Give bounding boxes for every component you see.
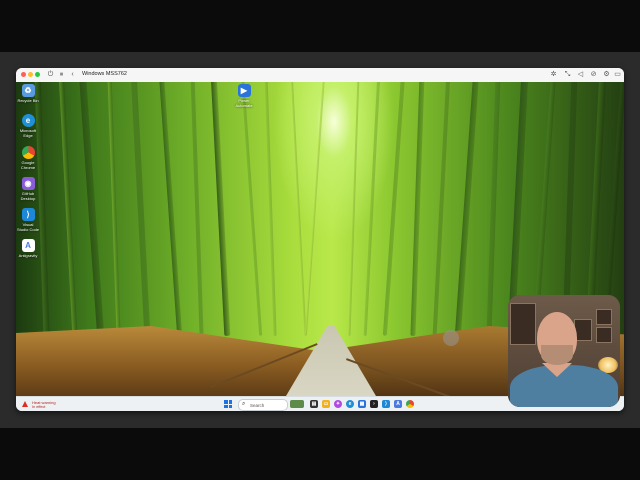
webcam-overlay: [508, 295, 620, 407]
bamboo-stalk: [304, 82, 330, 336]
desktop-icon-label: Google Chrome: [20, 160, 36, 170]
volume-icon[interactable]: ◁: [576, 70, 585, 79]
bamboo-stalk: [287, 82, 307, 336]
power-icon[interactable]: ⏻: [46, 70, 55, 79]
taskbar-chrome-icon[interactable]: [406, 400, 414, 408]
bamboo-stalk: [262, 82, 277, 336]
presenter-shirt: [510, 365, 618, 407]
weather-warning-subtitle: In effect: [32, 405, 46, 409]
wall-picture: [596, 309, 612, 325]
devices-icon[interactable]: ⚙: [602, 70, 611, 79]
file-explorer-icon[interactable]: ▭: [322, 400, 330, 408]
presenter-beard: [541, 345, 573, 365]
task-view-icon[interactable]: ▤: [310, 400, 318, 408]
bamboo-stalk: [188, 82, 204, 336]
close-button[interactable]: [21, 72, 26, 77]
letterbox-top: [0, 0, 640, 52]
desktop-icon-label: Power Automate: [235, 98, 253, 108]
antigravity-icon: A: [21, 239, 35, 252]
desktop-icon-recycle-bin[interactable]: ♻ Recycle Bin: [17, 84, 39, 103]
desktop-icon-label: GitHub Desktop: [20, 191, 36, 201]
store-icon[interactable]: ▦: [358, 400, 366, 408]
share-icon[interactable]: ⊘: [589, 70, 598, 79]
bamboo-stalk: [382, 82, 410, 336]
desktop-icon-label: Antigravity: [18, 253, 38, 258]
settings-icon[interactable]: ✲: [549, 70, 558, 79]
desktop-icon-edge[interactable]: e Microsoft Edge: [17, 114, 39, 138]
letterbox-bottom: [0, 428, 640, 480]
start-button[interactable]: [224, 400, 232, 408]
taskbar-edge-icon[interactable]: e: [346, 400, 354, 408]
taskbar-vscode-icon[interactable]: ⟩: [382, 400, 390, 408]
bamboo-stalk: [55, 82, 78, 336]
bamboo-stalk: [74, 82, 105, 336]
search-placeholder: Search: [250, 402, 265, 408]
recycle-bin-icon: ♻: [21, 84, 35, 97]
desktop-icon-antigravity[interactable]: A Antigravity: [17, 239, 39, 258]
taskbar-antigravity-icon[interactable]: A: [394, 400, 402, 408]
bamboo-stalk: [486, 82, 503, 336]
desktop-icon-chrome[interactable]: Google Chrome: [17, 146, 39, 170]
weather-thumbnail-icon[interactable]: [290, 400, 304, 408]
desktop-icon-github-desktop[interactable]: ◉ GitHub Desktop: [17, 177, 39, 201]
chrome-icon: [21, 146, 35, 159]
display-icon[interactable]: ▭: [613, 70, 622, 79]
bamboo-stalk: [154, 82, 183, 336]
bamboo-stalk: [348, 82, 362, 336]
bamboo-stalk: [363, 82, 384, 336]
mouse-cursor-highlight: [443, 330, 459, 346]
resize-icon[interactable]: ⤡: [563, 70, 572, 79]
desktop-icon-vscode[interactable]: ⟩ Visual Studio Code: [17, 208, 39, 232]
pause-icon[interactable]: ⏸: [57, 70, 66, 79]
github-desktop-icon: ◉: [21, 177, 35, 190]
power-automate-icon: ▶: [237, 84, 251, 97]
back-icon[interactable]: ‹: [68, 70, 77, 79]
bamboo-stalk: [410, 82, 427, 336]
bookshelf: [510, 303, 536, 345]
terminal-icon[interactable]: ›: [370, 400, 378, 408]
desktop-icon-label: Microsoft Edge: [19, 128, 37, 138]
window-titlebar[interactable]: ⏻ ⏸ ‹ Windows MSS762 ✲ ⤡ ◁ ⊘ ⚙ ▭: [16, 68, 624, 83]
bamboo-stalk: [236, 82, 263, 336]
bamboo-stalk: [207, 82, 231, 336]
bamboo-stalk: [127, 82, 151, 336]
weather-widget[interactable]: Heat warning In effect: [22, 399, 82, 410]
desktop-icon-label: Recycle Bin: [17, 98, 39, 103]
window-title: Windows MSS762: [82, 71, 127, 77]
edge-icon: e: [21, 114, 35, 127]
bamboo-stalk: [105, 82, 121, 336]
desktop-icon-label: Visual Studio Code: [17, 222, 40, 232]
wall-picture: [596, 327, 612, 343]
warning-icon: [22, 401, 28, 407]
search-icon: ⌕: [242, 401, 246, 407]
bamboo-stalk: [432, 82, 454, 336]
bamboo-stalk: [454, 82, 484, 336]
taskbar-search[interactable]: ⌕ Search: [238, 399, 288, 411]
minimize-button[interactable]: [28, 72, 33, 77]
desktop-icon-power-automate[interactable]: ▶ Power Automate: [233, 84, 255, 108]
copilot-icon[interactable]: ✦: [334, 400, 342, 408]
zoom-button[interactable]: [35, 72, 40, 77]
vscode-icon: ⟩: [21, 208, 35, 221]
